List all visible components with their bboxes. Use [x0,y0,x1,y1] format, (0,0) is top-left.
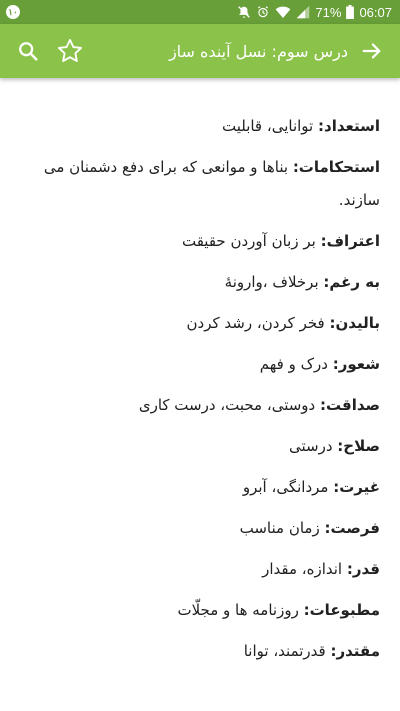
vocab-term: استحکامات: [292,158,380,176]
vocab-term: صداقت: [320,396,380,414]
vocab-meaning: مردانگی، آبرو [242,478,334,496]
status-bar: ۱۰ 71% 06:07 [0,0,400,24]
star-outline-icon[interactable] [52,33,88,69]
vocab-term: بالیدن: [329,314,381,332]
clock: 06:07 [359,4,392,20]
vocabulary-list: استعداد: توانایی، قابلیت استحکامات: بناه… [0,78,400,711]
vocab-term: قدر: [346,560,380,578]
mute-icon [237,5,251,19]
vocab-meaning: قدرتمند، توانا [243,642,331,660]
vocab-meaning: برخلاف ،وارونهٔ [224,273,324,291]
app-bar: درس سوم: نسل آینده ساز [0,24,400,78]
notification-badge: ۱۰ [6,5,20,19]
vocab-term: استعداد: [318,117,380,135]
vocab-term: اعتراف: [320,232,380,250]
vocab-meaning: بر زبان آوردن حقیقت [181,232,321,250]
list-item: اعتراف: بر زبان آوردن حقیقت [30,225,380,258]
arrow-forward-icon[interactable] [354,33,390,69]
list-item: فرصت: زمان مناسب [30,512,380,545]
status-left: ۱۰ [6,5,20,19]
vocab-meaning: زمان مناسب [239,519,325,537]
list-item: غیرت: مردانگی، آبرو [30,471,380,504]
list-item: شعور: درک و فهم [30,348,380,381]
vocab-meaning: روزنامه ها و مجلّات [177,601,299,619]
vocab-meaning: دوستی، محبت، درست کاری [138,396,320,414]
page-title: درس سوم: نسل آینده ساز [168,41,348,61]
battery-percent: 71% [315,4,342,20]
vocab-meaning: درستی [289,437,338,455]
search-icon[interactable] [10,33,46,69]
vocab-term: غیرت: [333,478,380,496]
vocab-term: فرصت: [324,519,380,537]
vocab-meaning: اندازه، مقدار [262,560,347,578]
list-item: استعداد: توانایی، قابلیت [30,110,380,143]
list-item: صداقت: دوستی، محبت، درست کاری [30,389,380,422]
vocab-meaning: توانایی، قابلیت [221,117,318,135]
vocab-term: شعور: [332,355,380,373]
list-item: صلاح: درستی [30,430,380,463]
list-item: به رغم: برخلاف ،وارونهٔ [30,266,380,299]
vocab-meaning: فخر کردن، رشد کردن [186,314,330,332]
wifi-icon [275,5,291,19]
vocab-term: صلاح: [337,437,380,455]
battery-icon [346,5,355,19]
status-right: 71% 06:07 [237,5,392,20]
vocab-term: مطبوعات: [303,601,380,619]
vocab-meaning: درک و فهم [259,355,333,373]
list-item: استحکامات: بناها و موانعی که برای دفع دش… [30,151,380,217]
signal-icon [296,5,310,19]
vocab-term: به رغم: [323,273,380,291]
vocab-term: مقتدر: [330,642,380,660]
list-item: مقتدر: قدرتمند، توانا [30,635,380,668]
list-item: قدر: اندازه، مقدار [30,553,380,586]
list-item: مطبوعات: روزنامه ها و مجلّات [30,594,380,627]
list-item: بالیدن: فخر کردن، رشد کردن [30,307,380,340]
alarm-icon [256,5,270,19]
